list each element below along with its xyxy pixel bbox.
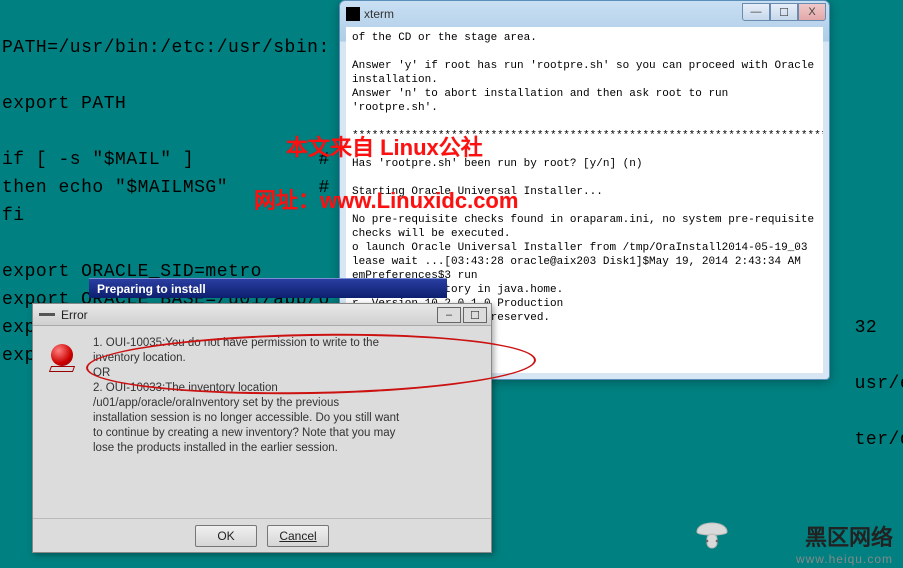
mushroom-icon bbox=[691, 512, 733, 554]
watermark-black-main: 黑区网络 bbox=[805, 525, 893, 550]
error-message: 1. OUI-10035:You do not have permission … bbox=[93, 336, 399, 512]
xterm-title: xterm bbox=[364, 7, 394, 21]
bg-line-right-3: ter/d bbox=[855, 430, 903, 450]
ok-button[interactable]: OK bbox=[195, 525, 257, 547]
error-titlebar[interactable]: Error – ☐ bbox=[33, 304, 491, 326]
preparing-to-install-bar: Preparing to install bbox=[89, 278, 447, 298]
error-minimize-button[interactable]: – bbox=[437, 307, 461, 323]
error-title: Error bbox=[61, 308, 88, 322]
bg-line-right-2: usr/es bbox=[855, 374, 903, 394]
error-maximize-button[interactable]: ☐ bbox=[463, 307, 487, 323]
xterm-titlebar[interactable]: xterm — ☐ X bbox=[340, 1, 829, 27]
xterm-icon bbox=[346, 7, 360, 21]
watermark-black: 黑区网络 www.heiqu.com bbox=[796, 520, 893, 566]
cancel-button[interactable]: Cancel bbox=[267, 525, 329, 547]
bg-line-right-1: 32 bbox=[855, 318, 878, 338]
preparing-label: Preparing to install bbox=[97, 282, 206, 296]
watermark-black-sub: www.heiqu.com bbox=[796, 552, 893, 566]
minimize-button[interactable]: — bbox=[742, 3, 770, 21]
maximize-button[interactable]: ☐ bbox=[770, 3, 798, 21]
window-menu-icon[interactable] bbox=[39, 313, 55, 316]
error-icon bbox=[47, 336, 81, 512]
close-button[interactable]: X bbox=[798, 3, 826, 21]
error-dialog[interactable]: Error – ☐ 1. OUI-10035:You do not have p… bbox=[32, 303, 492, 553]
